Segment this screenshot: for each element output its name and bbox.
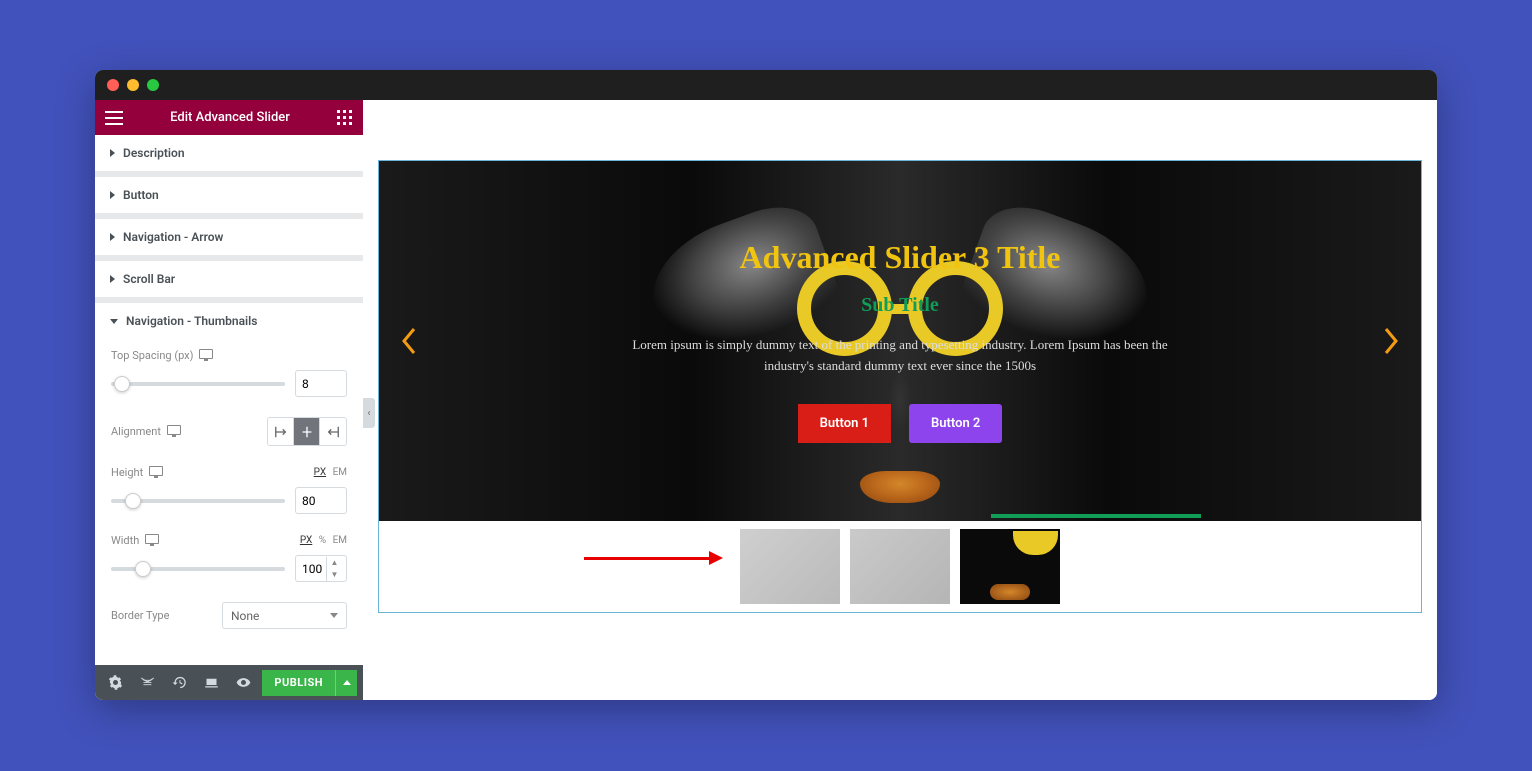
annotation-arrow (584, 551, 723, 565)
align-right-button[interactable] (320, 418, 346, 445)
section-header-scroll-bar[interactable]: Scroll Bar (95, 261, 363, 297)
slide-description: Lorem ipsum is simply dummy text of the … (620, 335, 1180, 377)
slide-button-2[interactable]: Button 2 (909, 404, 1002, 443)
width-input-wrap: ▲▼ (295, 555, 347, 582)
section-header-description[interactable]: Description (95, 135, 363, 171)
section-label: Button (123, 188, 159, 202)
responsive-mode-icon[interactable] (197, 669, 225, 697)
sidebar-title: Edit Advanced Slider (123, 110, 337, 125)
label-height: Height (111, 466, 163, 479)
control-height: Height PX EM (111, 466, 347, 514)
label-top-spacing: Top Spacing (px) (111, 349, 213, 362)
unit-em[interactable]: EM (333, 535, 347, 546)
section-content-nav-thumbs: Top Spacing (px) Alignment (95, 339, 363, 665)
unit-px[interactable]: PX (300, 535, 312, 546)
caret-right-icon (110, 149, 115, 157)
width-units: PX % EM (296, 535, 347, 546)
caret-right-icon (110, 275, 115, 283)
advanced-slider-widget[interactable]: Advanced Slider 3 Title Sub Title Lorem … (378, 160, 1422, 613)
panel-scroll: Description Button Navigation - Arrow (95, 135, 363, 665)
section-label: Navigation - Arrow (123, 230, 223, 244)
control-top-spacing: Top Spacing (px) (111, 349, 347, 397)
app-body: Edit Advanced Slider Description Button (95, 100, 1437, 700)
height-input[interactable] (295, 487, 347, 514)
slider-next-arrow[interactable] (1376, 316, 1406, 366)
top-spacing-input[interactable] (295, 370, 347, 397)
section-header-nav-thumbs[interactable]: Navigation - Thumbnails (95, 303, 363, 339)
section-label: Navigation - Thumbnails (126, 314, 257, 328)
section-header-button[interactable]: Button (95, 177, 363, 213)
height-slider[interactable] (111, 499, 285, 503)
section-label: Description (123, 146, 185, 160)
slider-prev-arrow[interactable] (394, 316, 424, 366)
slide-button-1[interactable]: Button 1 (798, 404, 891, 443)
chevron-down-icon (330, 613, 338, 618)
close-window-icon[interactable] (107, 79, 119, 91)
stepper-up[interactable]: ▲ (327, 557, 342, 569)
label-border-type: Border Type (111, 609, 169, 622)
label-width: Width (111, 534, 159, 547)
section-button: Button (95, 177, 363, 219)
publish-button[interactable]: PUBLISH (262, 670, 335, 696)
app-window: Edit Advanced Slider Description Button (95, 70, 1437, 700)
section-header-nav-arrow[interactable]: Navigation - Arrow (95, 219, 363, 255)
window-titlebar (95, 70, 1437, 100)
align-left-button[interactable] (268, 418, 294, 445)
slide-content: Advanced Slider 3 Title Sub Title Lorem … (600, 239, 1200, 444)
responsive-icon[interactable] (145, 534, 159, 544)
slider-progress-bar (991, 514, 1201, 518)
width-slider[interactable] (111, 567, 285, 571)
history-icon[interactable] (165, 669, 193, 697)
slide-title: Advanced Slider 3 Title (620, 239, 1180, 276)
control-alignment: Alignment (111, 417, 347, 446)
slider-main: Advanced Slider 3 Title Sub Title Lorem … (379, 161, 1421, 521)
collapse-sidebar-tab[interactable]: ‹ (363, 398, 375, 428)
section-nav-arrow: Navigation - Arrow (95, 219, 363, 261)
label-alignment: Alignment (111, 425, 181, 438)
height-units: PX EM (310, 467, 347, 478)
top-spacing-slider[interactable] (111, 382, 285, 386)
caret-right-icon (110, 233, 115, 241)
preview-icon[interactable] (229, 669, 257, 697)
preview-canvas: Advanced Slider 3 Title Sub Title Lorem … (363, 100, 1437, 700)
unit-pct[interactable]: % (319, 535, 326, 546)
settings-icon[interactable] (101, 669, 129, 697)
thumbnail-row (379, 521, 1421, 612)
section-scroll-bar: Scroll Bar (95, 261, 363, 303)
caret-right-icon (110, 191, 115, 199)
thumbnail-3[interactable] (960, 529, 1060, 604)
editor-sidebar: Edit Advanced Slider Description Button (95, 100, 363, 700)
responsive-icon[interactable] (167, 425, 181, 435)
alignment-choices (267, 417, 347, 446)
thumbnail-1[interactable] (740, 529, 840, 604)
sidebar-footer: PUBLISH (95, 665, 363, 700)
select-value: None (231, 609, 259, 623)
widgets-grid-icon[interactable] (337, 110, 353, 126)
maximize-window-icon[interactable] (147, 79, 159, 91)
responsive-icon[interactable] (199, 349, 213, 359)
section-label: Scroll Bar (123, 272, 175, 286)
stepper-down[interactable]: ▼ (327, 569, 342, 581)
border-type-select[interactable]: None (222, 602, 347, 629)
sidebar-header: Edit Advanced Slider (95, 100, 363, 135)
control-width: Width PX % EM (111, 534, 347, 582)
menu-icon[interactable] (105, 111, 123, 125)
caret-down-icon (110, 319, 118, 324)
navigator-icon[interactable] (133, 669, 161, 697)
align-center-button[interactable] (294, 418, 320, 445)
publish-options-button[interactable] (335, 670, 357, 696)
unit-px[interactable]: PX (314, 467, 326, 478)
slide-subtitle: Sub Title (620, 294, 1180, 317)
width-input[interactable] (296, 562, 326, 576)
section-nav-thumbs: Navigation - Thumbnails Top Spacing (px) (95, 303, 363, 665)
minimize-window-icon[interactable] (127, 79, 139, 91)
unit-em[interactable]: EM (333, 467, 347, 478)
section-description: Description (95, 135, 363, 177)
responsive-icon[interactable] (149, 466, 163, 476)
thumbnail-2[interactable] (850, 529, 950, 604)
control-border-type: Border Type None (111, 602, 347, 629)
